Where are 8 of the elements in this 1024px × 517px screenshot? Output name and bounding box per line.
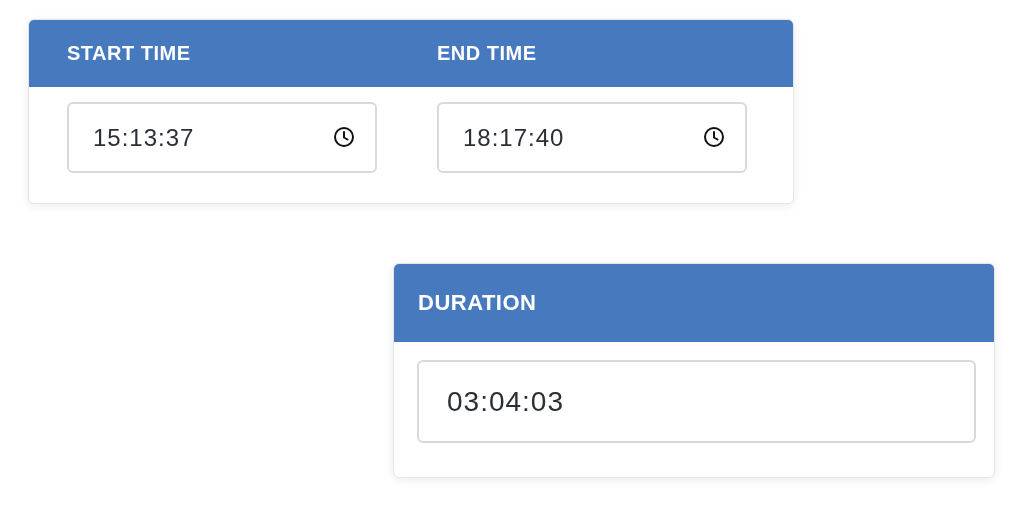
time-field[interactable]: 18:17:40 bbox=[437, 102, 747, 173]
column-label: START TIME bbox=[67, 42, 191, 65]
clock-icon bbox=[333, 126, 355, 148]
time-field[interactable]: 15:13:37 bbox=[67, 102, 377, 173]
column-label: END TIME bbox=[437, 42, 537, 65]
clock-icon bbox=[703, 126, 725, 148]
duration-field[interactable]: 03:04:03 bbox=[417, 360, 976, 443]
duration-label: DURATION bbox=[418, 290, 537, 316]
